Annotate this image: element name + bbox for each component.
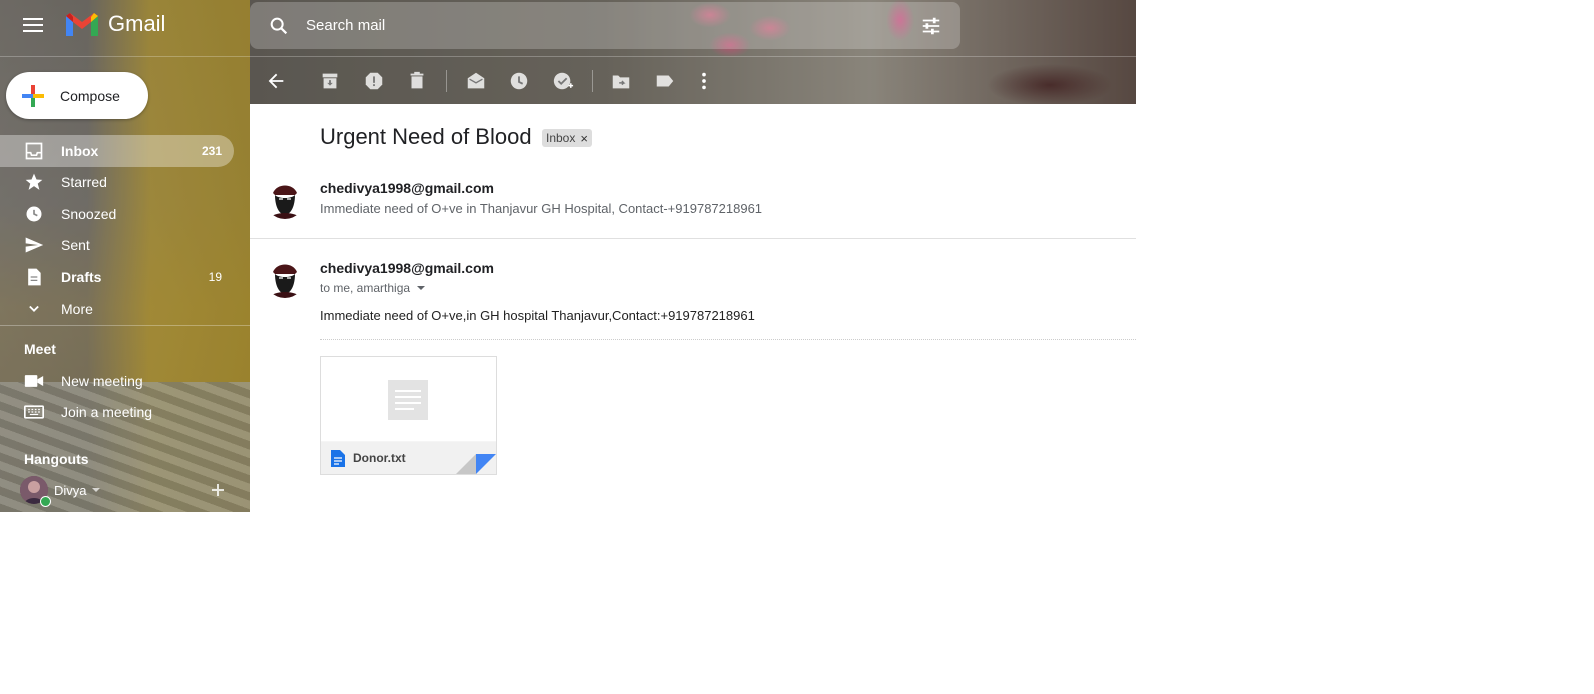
- sidebar-item-label: Drafts: [61, 269, 102, 285]
- compose-plus-icon: [22, 84, 44, 107]
- snooze-icon[interactable]: [508, 70, 530, 92]
- sidebar-item-snoozed[interactable]: Snoozed: [0, 198, 234, 230]
- add-hangout-icon[interactable]: [210, 482, 226, 498]
- search-options-icon[interactable]: [920, 15, 942, 37]
- clock-icon: [26, 206, 42, 222]
- online-status-dot: [40, 496, 51, 507]
- folded-corner-icon: [456, 454, 496, 474]
- sidebar-item-more[interactable]: More: [0, 293, 234, 325]
- delete-icon[interactable]: [406, 70, 428, 92]
- meet-item-label: Join a meeting: [61, 404, 153, 420]
- header-divider: [0, 56, 1136, 57]
- menu-bar: [23, 18, 43, 20]
- compose-button[interactable]: Compose: [6, 72, 148, 119]
- more-options-icon[interactable]: [693, 70, 715, 92]
- attachment-divider: [320, 339, 1136, 340]
- draft-icon: [28, 268, 41, 286]
- drafts-count: 19: [208, 270, 222, 284]
- sender-avatar[interactable]: [265, 258, 305, 298]
- preview-line: [395, 408, 414, 410]
- attachment-card[interactable]: Donor.txt: [320, 356, 497, 475]
- hangouts-username: Divya: [54, 482, 87, 498]
- message-sender[interactable]: chedivya1998@gmail.com: [320, 260, 494, 276]
- message-snippet[interactable]: Immediate need of O+ve in Thanjavur GH H…: [320, 201, 762, 216]
- thread-subject: Urgent Need of Blood: [320, 124, 532, 149]
- gmail-logo[interactable]: Gmail: [64, 10, 165, 38]
- message-body: Immediate need of O+ve,in GH hospital Th…: [320, 308, 755, 323]
- hangouts-user[interactable]: Divya: [20, 476, 101, 507]
- archive-icon[interactable]: [319, 70, 341, 92]
- star-icon: [25, 173, 43, 190]
- recipient-details[interactable]: to me, amarthiga: [320, 281, 426, 295]
- sender-photo-icon: [265, 258, 305, 298]
- sidebar-item-sent[interactable]: Sent: [0, 229, 234, 261]
- sidebar-item-label: Snoozed: [61, 206, 117, 222]
- keyboard-icon: [24, 405, 44, 419]
- search-bar[interactable]: [250, 2, 960, 49]
- mark-unread-icon[interactable]: [465, 70, 487, 92]
- send-icon: [25, 237, 44, 253]
- sidebar-item-inbox[interactable]: Inbox 231: [0, 135, 234, 167]
- compose-label: Compose: [60, 87, 120, 104]
- video-icon: [24, 375, 44, 387]
- back-icon[interactable]: [265, 70, 287, 92]
- sender-avatar[interactable]: [265, 179, 305, 219]
- caret-down-icon: [91, 488, 100, 492]
- join-meeting-item[interactable]: Join a meeting: [0, 397, 240, 427]
- menu-bar: [23, 24, 43, 26]
- toolbar-separator: [592, 70, 593, 92]
- sidebar-divider: [0, 325, 250, 326]
- sender-photo-icon: [265, 179, 305, 219]
- gmail-wordmark: Gmail: [108, 11, 166, 36]
- sidebar-item-label: Inbox: [61, 143, 99, 159]
- report-spam-icon[interactable]: [363, 70, 385, 92]
- main-menu-button[interactable]: [20, 14, 46, 38]
- message-sender[interactable]: chedivya1998@gmail.com: [320, 180, 494, 196]
- remove-label-icon[interactable]: ×: [580, 131, 588, 146]
- sidebar-item-label: More: [61, 301, 93, 317]
- new-meeting-item[interactable]: New meeting: [0, 366, 240, 396]
- inbox-count: 231: [201, 144, 222, 158]
- recipient-dropdown-icon[interactable]: [416, 283, 426, 293]
- search-icon[interactable]: [268, 15, 290, 37]
- recipient-text: to me, amarthiga: [320, 281, 411, 295]
- hangouts-section-title: Hangouts: [24, 451, 89, 467]
- attachment-filename: Donor.txt: [353, 451, 406, 465]
- preview-line: [395, 390, 421, 392]
- search-input[interactable]: [304, 16, 920, 35]
- move-to-icon[interactable]: [610, 70, 632, 92]
- add-task-icon[interactable]: [552, 70, 574, 92]
- message-pane: Urgent Need of Blood Inbox × chedivya199…: [250, 104, 1136, 512]
- attachment-preview: [321, 357, 496, 441]
- label-chip-inbox[interactable]: Inbox ×: [542, 129, 592, 147]
- preview-line: [395, 396, 421, 398]
- sidebar-item-drafts[interactable]: Drafts 19: [0, 261, 234, 293]
- preview-line: [395, 402, 421, 404]
- menu-bar: [23, 30, 43, 32]
- meet-item-label: New meeting: [61, 373, 143, 389]
- meet-section-title: Meet: [24, 341, 56, 357]
- gmail-m-icon: [66, 13, 98, 36]
- chevron-down-icon: [29, 305, 39, 312]
- inbox-icon: [25, 142, 43, 160]
- message-divider: [250, 238, 1136, 239]
- label-icon[interactable]: [654, 70, 676, 92]
- sidebar-item-label: Sent: [61, 237, 90, 253]
- label-chip-text: Inbox: [546, 131, 576, 145]
- text-file-preview-icon: [388, 380, 428, 420]
- toolbar-separator: [446, 70, 447, 92]
- sidebar-item-label: Starred: [61, 174, 107, 190]
- sidebar-item-starred[interactable]: Starred: [0, 166, 234, 198]
- document-icon: [331, 450, 345, 467]
